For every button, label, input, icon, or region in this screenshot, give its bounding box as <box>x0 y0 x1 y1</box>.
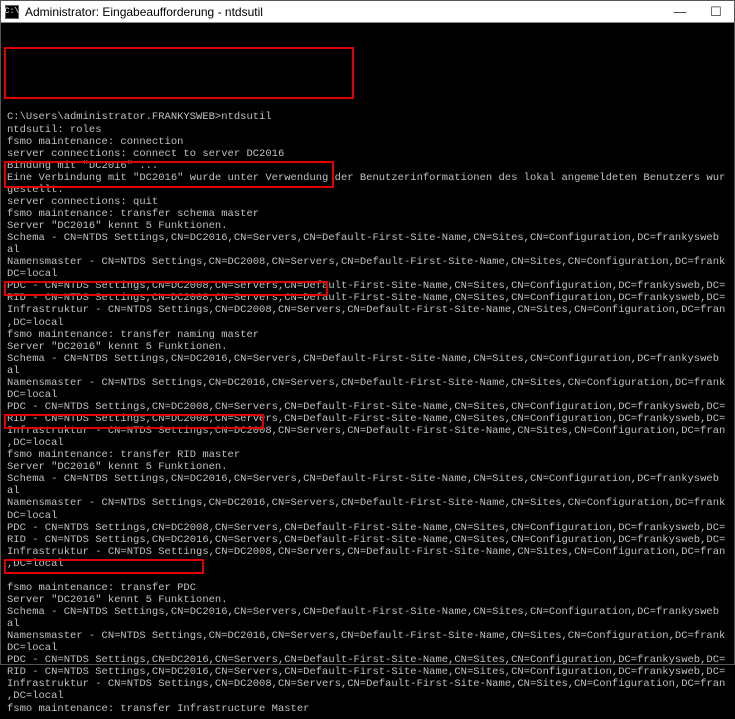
terminal-line: fsmo maintenance: transfer PDC <box>7 582 728 594</box>
terminal-line: RID - CN=NTDS Settings,CN=DC2008,CN=Serv… <box>7 413 728 425</box>
terminal-line: ,DC=local <box>7 437 728 449</box>
terminal-line: al <box>7 244 728 256</box>
terminal-line: al <box>7 365 728 377</box>
terminal-line: DC=local <box>7 389 728 401</box>
terminal-line: Namensmaster - CN=NTDS Settings,CN=DC201… <box>7 630 728 642</box>
terminal-line: RID - CN=NTDS Settings,CN=DC2016,CN=Serv… <box>7 534 728 546</box>
terminal-line: DC=local <box>7 268 728 280</box>
terminal-line: server connections: quit <box>7 196 728 208</box>
terminal-line: Schema - CN=NTDS Settings,CN=DC2016,CN=S… <box>7 606 728 618</box>
minimize-button[interactable]: — <box>666 2 694 22</box>
terminal-line: ,DC=local <box>7 317 728 329</box>
terminal-line: RID - CN=NTDS Settings,CN=DC2008,CN=Serv… <box>7 292 728 304</box>
terminal-output[interactable]: C:\Users\administrator.FRANKYSWEB>ntdsut… <box>1 23 734 719</box>
window-titlebar: C:\ Administrator: Eingabeaufforderung -… <box>1 1 734 23</box>
terminal-line: fsmo maintenance: transfer schema master <box>7 208 728 220</box>
terminal-line: Namensmaster - CN=NTDS Settings,CN=DC201… <box>7 377 728 389</box>
maximize-button[interactable]: ☐ <box>702 2 730 22</box>
terminal-line: Eine Verbindung mit "DC2016" wurde unter… <box>7 172 728 184</box>
terminal-line <box>7 570 728 582</box>
terminal-line: fsmo maintenance: transfer naming master <box>7 329 728 341</box>
window-controls: — ☐ <box>666 2 730 22</box>
terminal-line: PDC - CN=NTDS Settings,CN=DC2008,CN=Serv… <box>7 280 728 292</box>
terminal-line: gestellt. <box>7 184 728 196</box>
terminal-line: Schema - CN=NTDS Settings,CN=DC2016,CN=S… <box>7 232 728 244</box>
terminal-line: DC=local <box>7 510 728 522</box>
terminal-line: Namensmaster - CN=NTDS Settings,CN=DC200… <box>7 256 728 268</box>
terminal-line: Server "DC2016" kennt 5 Funktionen. <box>7 594 728 606</box>
terminal-line: Server "DC2016" kennt 5 Funktionen. <box>7 461 728 473</box>
terminal-line: Schema - CN=NTDS Settings,CN=DC2016,CN=S… <box>7 473 728 485</box>
terminal-line: al <box>7 485 728 497</box>
terminal-line: ,DC=local <box>7 558 728 570</box>
terminal-line: fsmo maintenance: transfer Infrastructur… <box>7 703 728 715</box>
terminal-line: Namensmaster - CN=NTDS Settings,CN=DC201… <box>7 497 728 509</box>
terminal-line: Infrastruktur - CN=NTDS Settings,CN=DC20… <box>7 678 728 690</box>
terminal-line: Infrastruktur - CN=NTDS Settings,CN=DC20… <box>7 546 728 558</box>
highlight-box-region <box>4 47 354 99</box>
terminal-line: Infrastruktur - CN=NTDS Settings,CN=DC20… <box>7 425 728 437</box>
window-title: Administrator: Eingabeaufforderung - ntd… <box>25 5 666 19</box>
terminal-line <box>7 99 728 111</box>
terminal-line: Infrastruktur - CN=NTDS Settings,CN=DC20… <box>7 304 728 316</box>
terminal-line: PDC - CN=NTDS Settings,CN=DC2008,CN=Serv… <box>7 401 728 413</box>
terminal-line: Server "DC2016" kennt 5 Funktionen. <box>7 220 728 232</box>
terminal-line: fsmo maintenance: connection <box>7 136 728 148</box>
terminal-line: ntdsutil: roles <box>7 124 728 136</box>
terminal-line: Bindung mit "DC2016" ... <box>7 160 728 172</box>
terminal-line: PDC - CN=NTDS Settings,CN=DC2008,CN=Serv… <box>7 522 728 534</box>
terminal-line: Schema - CN=NTDS Settings,CN=DC2016,CN=S… <box>7 353 728 365</box>
terminal-line: ,DC=local <box>7 690 728 702</box>
terminal-line: al <box>7 618 728 630</box>
terminal-line: DC=local <box>7 642 728 654</box>
cmd-icon: C:\ <box>5 5 19 19</box>
terminal-line: server connections: connect to server DC… <box>7 148 728 160</box>
terminal-line: C:\Users\administrator.FRANKYSWEB>ntdsut… <box>7 111 728 123</box>
terminal-line: fsmo maintenance: transfer RID master <box>7 449 728 461</box>
terminal-line: RID - CN=NTDS Settings,CN=DC2016,CN=Serv… <box>7 666 728 678</box>
terminal-line: Server "DC2016" kennt 5 Funktionen. <box>7 341 728 353</box>
